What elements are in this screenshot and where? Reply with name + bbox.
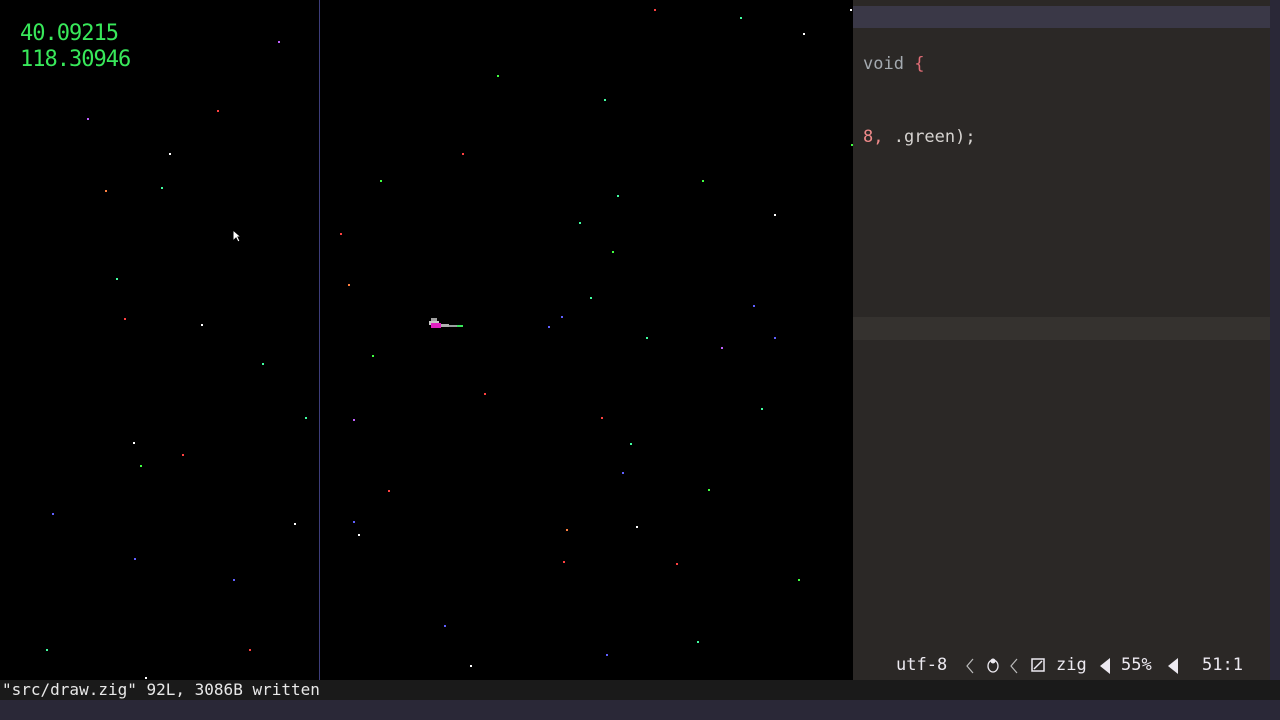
star [140,465,142,467]
star [145,677,147,679]
star [262,363,264,365]
code-line[interactable]: 8, .green); [863,127,976,147]
star [646,337,648,339]
star [116,278,118,280]
star [604,99,606,101]
star [380,180,382,182]
star [606,654,608,656]
star [124,318,126,320]
star [850,9,852,11]
star [340,233,342,235]
star [630,443,632,445]
git-branch-icon [1031,658,1045,672]
linux-penguin-icon [987,658,999,673]
star [233,579,235,581]
star [249,649,251,651]
star [444,625,446,627]
star [753,305,755,307]
code-keyword: void [863,54,904,74]
hud-x-coordinate: 40.09215 [20,21,119,46]
star [46,649,48,651]
star [708,489,710,491]
star [774,337,776,339]
star [348,284,350,286]
star [617,195,619,197]
star [601,417,603,419]
mouse-cursor-icon [232,229,242,243]
star [169,153,171,155]
status-line: utf-8 zig 55% 51:1 [853,652,1270,680]
star [161,187,163,189]
hud-y-coordinate: 118.30946 [20,47,131,72]
star [798,579,800,581]
star [636,526,638,528]
star [294,523,296,525]
star [563,561,565,563]
star [87,118,89,120]
star [579,222,581,224]
star [702,180,704,182]
star [548,326,550,328]
star [721,347,723,349]
cursor-position: 51:1 [1202,655,1243,675]
star [388,490,390,492]
ship-sprite [429,318,463,328]
star [372,355,374,357]
viewport-divider [319,0,320,682]
code-number: 8, [863,127,884,147]
star [654,9,656,11]
star [470,665,472,667]
code-brace: { [914,54,925,74]
star [278,41,280,43]
write-message: "src/draw.zig" 92L, 3086B written [2,680,320,699]
star [305,417,307,419]
star [612,251,614,253]
star [353,419,355,421]
star [201,324,203,326]
star [676,563,678,565]
star [590,297,592,299]
star [353,521,355,523]
star [484,393,486,395]
star [740,17,742,19]
star [697,641,699,643]
current-line-highlight [853,317,1270,340]
code-text: .green); [883,127,976,147]
star [105,190,107,192]
star [358,534,360,536]
game-window[interactable]: 40.09215 118.30946 [0,0,853,682]
encoding-indicator: utf-8 [896,655,948,675]
editor-right-border [1270,0,1280,682]
star [182,454,184,456]
scroll-percent: 55% [1121,655,1152,675]
separator-chevron-icon [966,658,974,674]
star [774,214,776,216]
separator-arrow-icon [1100,658,1110,674]
star [497,75,499,77]
code-editor-pane[interactable]: void { 8, .green); [853,0,1270,682]
star [133,442,135,444]
editor-tab-bar [853,6,1270,28]
star [217,110,219,112]
filetype-indicator: zig [1056,655,1087,675]
star [803,33,805,35]
code-line[interactable]: void { [863,54,924,74]
star [761,408,763,410]
star [622,472,624,474]
star [134,558,136,560]
star [52,513,54,515]
star [566,529,568,531]
star [462,153,464,155]
separator-chevron-icon [1010,658,1018,674]
separator-arrow-icon [1168,658,1178,674]
command-line[interactable]: "src/draw.zig" 92L, 3086B written [0,680,1280,700]
star [561,316,563,318]
